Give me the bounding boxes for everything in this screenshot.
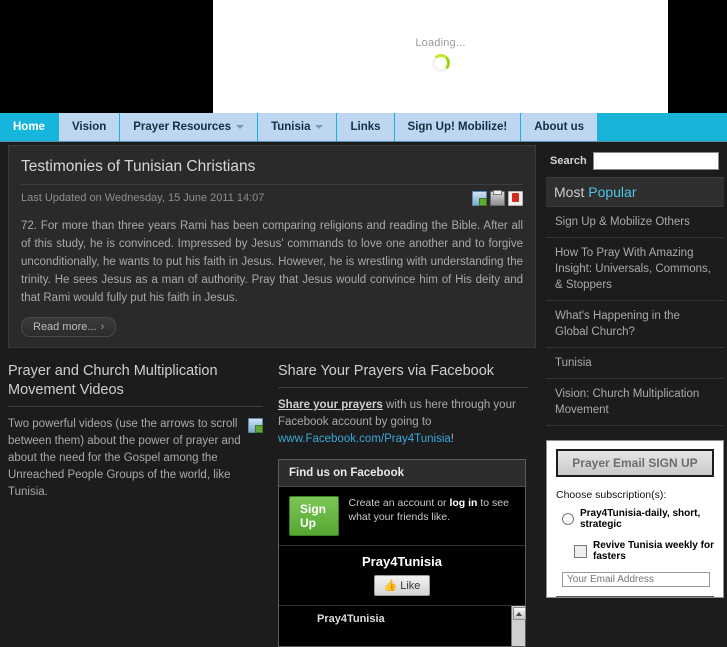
facebook-signup-row: Sign Up Create an account or log in to s… <box>279 487 525 546</box>
facebook-signup-button[interactable]: Sign Up <box>289 496 340 536</box>
radio-button-daily[interactable] <box>562 513 574 525</box>
facebook-title: Share Your Prayers via Facebook <box>278 363 495 379</box>
main-column: Testimonies of Tunisian Christians Last … <box>8 145 536 647</box>
videos-body-wrap: Two powerful videos (use the arrows to s… <box>8 416 263 501</box>
list-item[interactable]: Tunisia <box>546 348 724 379</box>
list-item[interactable]: Sign Up & Mobilize Others <box>546 207 724 238</box>
facebook-page-name: Pray4Tunisia <box>362 554 442 569</box>
facebook-copy-a: Create an account or <box>348 497 450 509</box>
most-popular-label-a: Most <box>554 184 589 200</box>
most-popular-heading: Most Popular <box>546 177 724 206</box>
nav-label-about-us: About us <box>534 121 585 133</box>
nav-item-vision[interactable]: Vision <box>58 113 121 141</box>
page-title: Testimonies of Tunisian Christians <box>21 158 256 175</box>
read-more-label: Read more... <box>33 321 97 333</box>
facebook-signup-copy: Create an account or log in to see what … <box>348 496 515 524</box>
facebook-url-link[interactable]: www.Facebook.com/Pray4Tunisia <box>278 433 451 445</box>
article-action-icons <box>472 190 523 206</box>
print-icon[interactable] <box>490 190 505 206</box>
subscription-option-weekly[interactable]: Revive Tunisia weekly for fasters <box>574 540 714 562</box>
videos-divider <box>8 406 263 407</box>
nav-item-tunisia[interactable]: Tunisia <box>258 113 338 141</box>
nav-label-tunisia: Tunisia <box>271 121 311 133</box>
chevron-down-icon <box>315 125 324 129</box>
list-item[interactable]: How To Pray With Amazing Insight: Univer… <box>546 238 724 301</box>
list-item[interactable]: Vision: Church Multiplication Movement <box>546 379 724 426</box>
most-popular-label-b: Popular <box>588 184 637 200</box>
prayer-email-signup-module: Prayer Email SIGN UP Choose subscription… <box>546 440 724 598</box>
nav-item-home[interactable]: Home <box>0 113 59 141</box>
facebook-like-button[interactable]: 👍 Like <box>373 575 431 596</box>
facebook-scrollbar[interactable] <box>511 606 526 646</box>
sidebar: Search Most Popular Sign Up & Mobilize O… <box>546 145 724 598</box>
email-icon[interactable] <box>472 191 487 206</box>
facebook-like-box-widget: Find us on Facebook Sign Up Create an ac… <box>278 459 526 647</box>
facebook-like-label: Like <box>400 579 421 592</box>
facebook-login-link[interactable]: log in <box>449 497 477 509</box>
article-meta: Last Updated on Wednesday, 15 June 2011 … <box>21 190 523 209</box>
pdf-icon[interactable] <box>508 191 523 206</box>
nav-label-vision: Vision <box>71 121 107 133</box>
scroll-up-arrow-icon[interactable] <box>513 607 526 620</box>
spinner-icon <box>432 54 450 72</box>
subscription-option-weekly-label: Revive Tunisia weekly for fasters <box>593 540 714 562</box>
page-body: Testimonies of Tunisian Christians Last … <box>0 142 727 647</box>
main-navigation-bar: Home Vision Prayer Resources Tunisia Lin… <box>0 113 727 142</box>
facebook-section: Share Your Prayers via Facebook Share yo… <box>278 362 528 647</box>
email-field[interactable] <box>562 572 710 587</box>
nav-item-signup-mobilize[interactable]: Sign Up! Mobilize! <box>394 113 522 141</box>
read-more-button[interactable]: Read more... › <box>21 317 117 337</box>
nav-label-signup-mobilize: Sign Up! Mobilize! <box>407 121 508 133</box>
top-banner-area: Loading... <box>0 0 727 113</box>
videos-body: Two powerful videos (use the arrows to s… <box>8 418 241 498</box>
checkbox-weekly[interactable] <box>574 544 587 558</box>
chevron-down-icon <box>236 125 245 129</box>
title-divider <box>21 184 523 185</box>
loading-text: Loading... <box>415 37 466 49</box>
article-card: Testimonies of Tunisian Christians Last … <box>8 145 536 348</box>
nav-label-links: Links <box>350 121 381 133</box>
videos-section: Prayer and Church Multiplication Movemen… <box>8 362 263 501</box>
facebook-intro: Share your prayers with us here through … <box>278 397 528 448</box>
lower-sections: Prayer and Church Multiplication Movemen… <box>8 362 536 647</box>
facebook-widget-header: Find us on Facebook <box>279 460 525 487</box>
facebook-url-suffix: ! <box>450 433 454 445</box>
search-input[interactable] <box>592 152 719 170</box>
last-updated-text: Last Updated on Wednesday, 15 June 2011 … <box>21 192 265 204</box>
prayer-email-signup-button[interactable]: Prayer Email SIGN UP <box>556 449 714 477</box>
share-your-prayers-link[interactable]: Share your prayers <box>278 399 383 411</box>
subscribe-button[interactable]: Subscribe <box>556 596 714 597</box>
subscription-option-daily-label: Pray4Tunisia-daily, short, strategic <box>580 508 701 530</box>
nav-items: Home Vision Prayer Resources Tunisia Lin… <box>0 113 599 141</box>
nav-item-about-us[interactable]: About us <box>521 113 599 141</box>
search-label: Search <box>550 155 587 167</box>
nav-label-home: Home <box>13 121 45 133</box>
list-item[interactable]: What's Happening in the Global Church? <box>546 301 724 348</box>
videos-title: Prayer and Church Multiplication Movemen… <box>8 363 218 398</box>
email-icon[interactable] <box>248 418 263 433</box>
choose-subscription-label: Choose subscription(s): <box>556 489 667 501</box>
facebook-feed-item: Pray4Tunisia <box>317 613 385 625</box>
search-module: Search <box>546 145 724 177</box>
chevron-right-icon: › <box>100 321 105 333</box>
thumbs-up-icon: 👍 <box>383 580 398 592</box>
facebook-divider <box>278 387 528 388</box>
nav-label-prayer-resources: Prayer Resources <box>133 121 232 133</box>
subscription-option-daily[interactable]: Pray4Tunisia-daily, short, strategic <box>562 508 714 530</box>
most-popular-list: Sign Up & Mobilize Others How To Pray Wi… <box>546 206 724 426</box>
facebook-page-block: Pray4Tunisia 👍 Like <box>279 546 525 606</box>
facebook-feed-row: Pray4Tunisia <box>279 606 526 646</box>
nav-item-links[interactable]: Links <box>337 113 395 141</box>
article-body: 72. For more than three years Rami has b… <box>21 220 523 304</box>
loading-panel: Loading... <box>213 0 668 113</box>
nav-item-prayer-resources[interactable]: Prayer Resources <box>120 113 259 141</box>
